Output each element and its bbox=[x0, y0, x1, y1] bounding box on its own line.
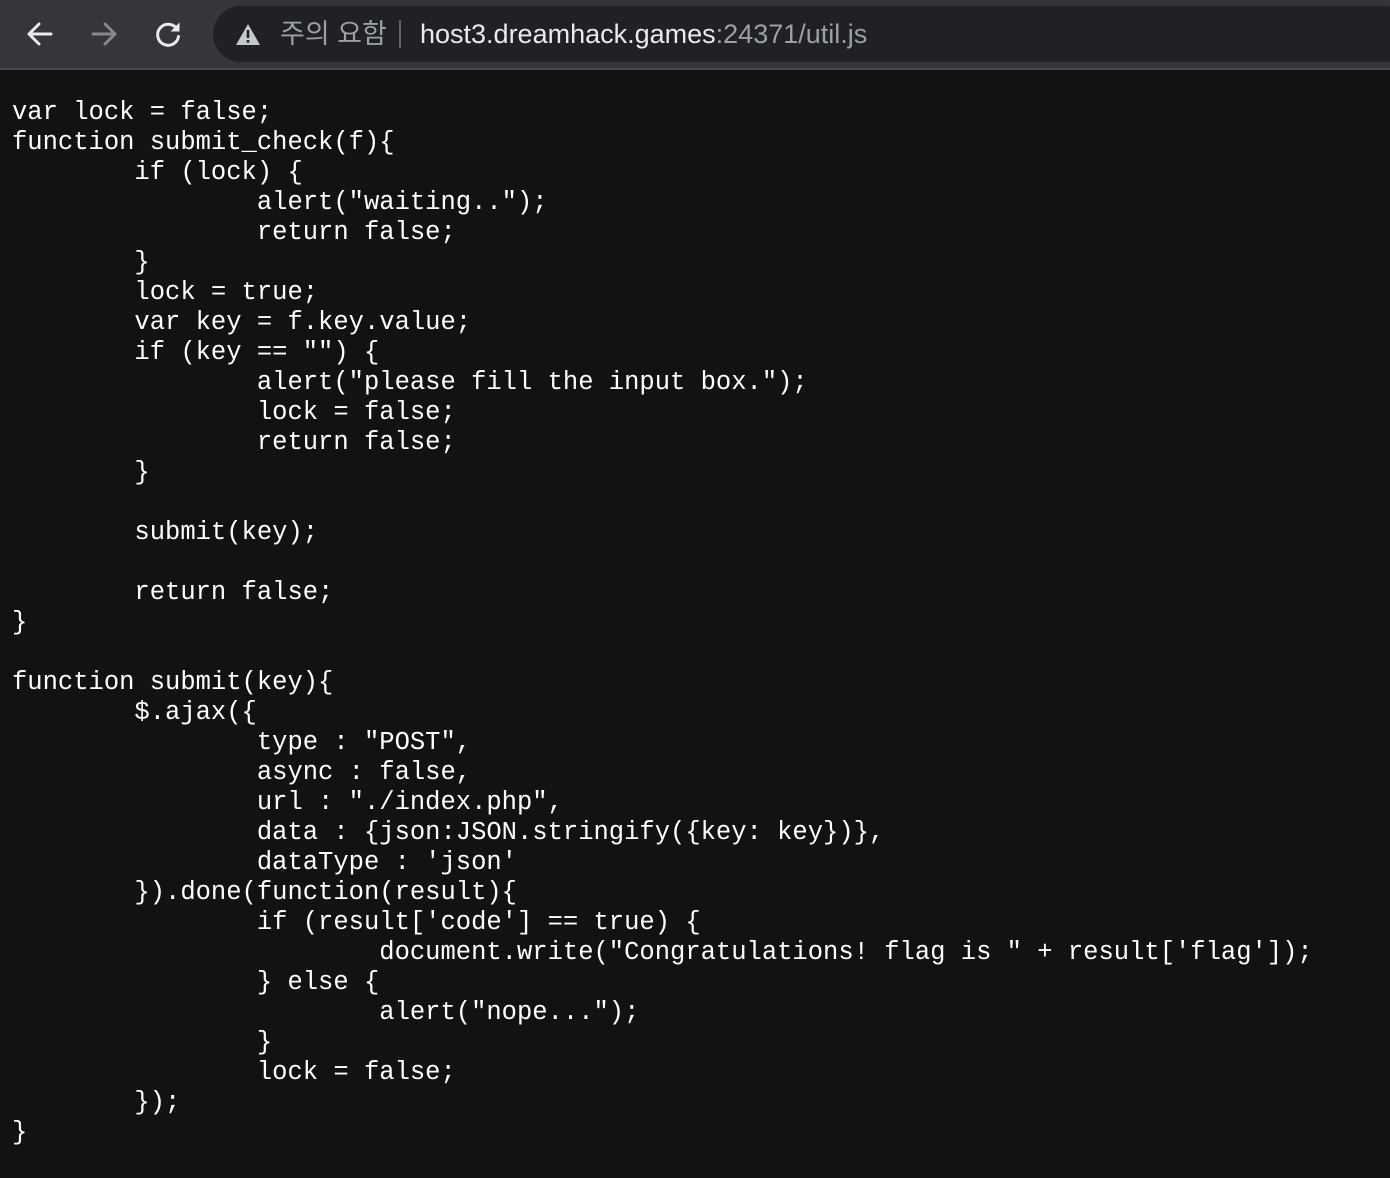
omnibox-divider bbox=[399, 20, 401, 48]
reload-icon bbox=[156, 22, 180, 47]
url-host: host3.dreamhack.games bbox=[420, 19, 716, 49]
arrow-left-icon bbox=[27, 22, 53, 46]
source-code-text: var lock = false; function submit_check(… bbox=[12, 98, 1313, 1147]
reload-button[interactable] bbox=[148, 14, 188, 54]
forward-button[interactable] bbox=[84, 14, 124, 54]
url-text[interactable]: host3.dreamhack.games:24371/util.js bbox=[420, 17, 867, 51]
back-button[interactable] bbox=[20, 14, 60, 54]
url-path: :24371/util.js bbox=[715, 19, 868, 49]
address-bar[interactable]: 주의 요함 host3.dreamhack.games:24371/util.j… bbox=[213, 6, 1390, 62]
arrow-right-icon bbox=[91, 22, 117, 46]
warning-triangle-icon bbox=[236, 24, 260, 45]
browser-toolbar: 주의 요함 host3.dreamhack.games:24371/util.j… bbox=[0, 0, 1390, 70]
security-status-label[interactable]: 주의 요함 bbox=[280, 17, 387, 51]
